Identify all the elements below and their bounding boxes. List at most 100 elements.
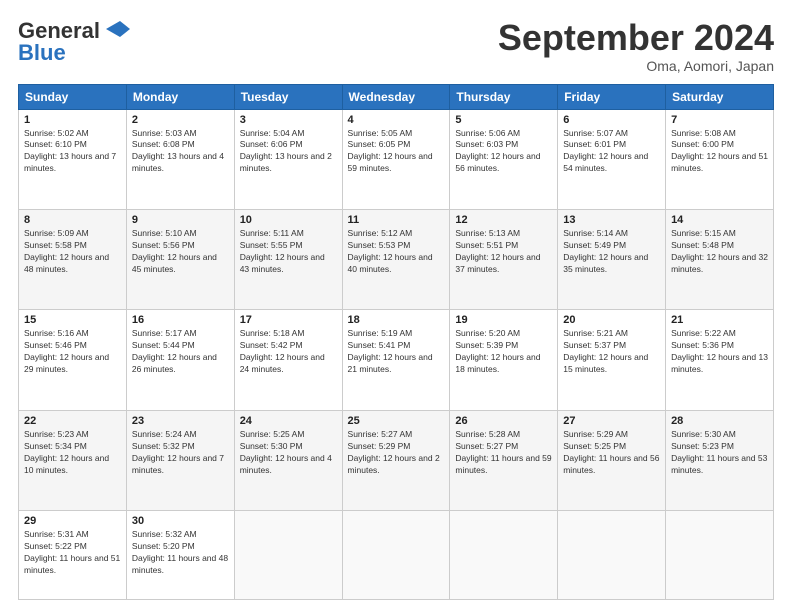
day-info: Sunrise: 5:16 AMSunset: 5:46 PMDaylight:… [24, 328, 109, 374]
day-info: Sunrise: 5:03 AMSunset: 6:08 PMDaylight:… [132, 128, 224, 174]
day-number: 29 [24, 515, 121, 527]
day-number: 17 [240, 314, 337, 326]
calendar-cell [450, 511, 558, 600]
day-info: Sunrise: 5:23 AMSunset: 5:34 PMDaylight:… [24, 429, 109, 475]
calendar-cell: 11 Sunrise: 5:12 AMSunset: 5:53 PMDaylig… [342, 210, 450, 310]
day-number: 18 [348, 314, 445, 326]
day-number: 5 [455, 114, 552, 126]
day-info: Sunrise: 5:22 AMSunset: 5:36 PMDaylight:… [671, 328, 768, 374]
calendar-cell [666, 511, 774, 600]
day-number: 21 [671, 314, 768, 326]
day-info: Sunrise: 5:18 AMSunset: 5:42 PMDaylight:… [240, 328, 325, 374]
calendar-cell: 12 Sunrise: 5:13 AMSunset: 5:51 PMDaylig… [450, 210, 558, 310]
day-number: 15 [24, 314, 121, 326]
calendar-cell: 25 Sunrise: 5:27 AMSunset: 5:29 PMDaylig… [342, 410, 450, 510]
day-info: Sunrise: 5:15 AMSunset: 5:48 PMDaylight:… [671, 228, 768, 274]
day-info: Sunrise: 5:05 AMSunset: 6:05 PMDaylight:… [348, 128, 433, 174]
calendar-cell: 18 Sunrise: 5:19 AMSunset: 5:41 PMDaylig… [342, 310, 450, 410]
day-number: 28 [671, 415, 768, 427]
calendar-cell: 13 Sunrise: 5:14 AMSunset: 5:49 PMDaylig… [558, 210, 666, 310]
month-title: September 2024 [498, 18, 774, 58]
day-info: Sunrise: 5:08 AMSunset: 6:00 PMDaylight:… [671, 128, 768, 174]
weekday-header-row: Sunday Monday Tuesday Wednesday Thursday… [19, 84, 774, 109]
day-number: 23 [132, 415, 229, 427]
day-info: Sunrise: 5:31 AMSunset: 5:22 PMDaylight:… [24, 529, 120, 575]
calendar-cell: 15 Sunrise: 5:16 AMSunset: 5:46 PMDaylig… [19, 310, 127, 410]
location: Oma, Aomori, Japan [498, 58, 774, 74]
day-number: 19 [455, 314, 552, 326]
calendar-cell: 27 Sunrise: 5:29 AMSunset: 5:25 PMDaylig… [558, 410, 666, 510]
logo-blue: Blue [18, 40, 66, 66]
calendar-cell: 9 Sunrise: 5:10 AMSunset: 5:56 PMDayligh… [126, 210, 234, 310]
day-number: 16 [132, 314, 229, 326]
calendar-cell: 20 Sunrise: 5:21 AMSunset: 5:37 PMDaylig… [558, 310, 666, 410]
title-block: September 2024 Oma, Aomori, Japan [498, 18, 774, 74]
calendar-cell: 4 Sunrise: 5:05 AMSunset: 6:05 PMDayligh… [342, 109, 450, 209]
day-info: Sunrise: 5:09 AMSunset: 5:58 PMDaylight:… [24, 228, 109, 274]
calendar-cell: 7 Sunrise: 5:08 AMSunset: 6:00 PMDayligh… [666, 109, 774, 209]
header-monday: Monday [126, 84, 234, 109]
day-number: 25 [348, 415, 445, 427]
day-info: Sunrise: 5:13 AMSunset: 5:51 PMDaylight:… [455, 228, 540, 274]
day-info: Sunrise: 5:24 AMSunset: 5:32 PMDaylight:… [132, 429, 224, 475]
day-number: 22 [24, 415, 121, 427]
calendar-cell: 8 Sunrise: 5:09 AMSunset: 5:58 PMDayligh… [19, 210, 127, 310]
day-number: 4 [348, 114, 445, 126]
day-number: 7 [671, 114, 768, 126]
calendar-cell: 3 Sunrise: 5:04 AMSunset: 6:06 PMDayligh… [234, 109, 342, 209]
header-saturday: Saturday [666, 84, 774, 109]
day-number: 24 [240, 415, 337, 427]
day-info: Sunrise: 5:20 AMSunset: 5:39 PMDaylight:… [455, 328, 540, 374]
calendar-cell: 19 Sunrise: 5:20 AMSunset: 5:39 PMDaylig… [450, 310, 558, 410]
day-number: 27 [563, 415, 660, 427]
day-info: Sunrise: 5:11 AMSunset: 5:55 PMDaylight:… [240, 228, 325, 274]
header: General Blue September 2024 Oma, Aomori,… [18, 18, 774, 74]
day-info: Sunrise: 5:19 AMSunset: 5:41 PMDaylight:… [348, 328, 433, 374]
day-info: Sunrise: 5:02 AMSunset: 6:10 PMDaylight:… [24, 128, 116, 174]
day-info: Sunrise: 5:14 AMSunset: 5:49 PMDaylight:… [563, 228, 648, 274]
day-info: Sunrise: 5:25 AMSunset: 5:30 PMDaylight:… [240, 429, 332, 475]
header-thursday: Thursday [450, 84, 558, 109]
calendar-cell: 17 Sunrise: 5:18 AMSunset: 5:42 PMDaylig… [234, 310, 342, 410]
calendar-cell [558, 511, 666, 600]
day-number: 3 [240, 114, 337, 126]
day-number: 2 [132, 114, 229, 126]
day-number: 11 [348, 214, 445, 226]
logo-arrow-icon [102, 19, 132, 39]
day-number: 26 [455, 415, 552, 427]
calendar-table: Sunday Monday Tuesday Wednesday Thursday… [18, 84, 774, 600]
header-tuesday: Tuesday [234, 84, 342, 109]
day-number: 30 [132, 515, 229, 527]
day-info: Sunrise: 5:17 AMSunset: 5:44 PMDaylight:… [132, 328, 217, 374]
calendar-cell [342, 511, 450, 600]
calendar-cell: 28 Sunrise: 5:30 AMSunset: 5:23 PMDaylig… [666, 410, 774, 510]
day-info: Sunrise: 5:29 AMSunset: 5:25 PMDaylight:… [563, 429, 659, 475]
day-info: Sunrise: 5:04 AMSunset: 6:06 PMDaylight:… [240, 128, 332, 174]
day-info: Sunrise: 5:32 AMSunset: 5:20 PMDaylight:… [132, 529, 228, 575]
day-info: Sunrise: 5:07 AMSunset: 6:01 PMDaylight:… [563, 128, 648, 174]
day-info: Sunrise: 5:30 AMSunset: 5:23 PMDaylight:… [671, 429, 767, 475]
day-number: 6 [563, 114, 660, 126]
day-number: 8 [24, 214, 121, 226]
day-number: 12 [455, 214, 552, 226]
header-friday: Friday [558, 84, 666, 109]
calendar-cell: 2 Sunrise: 5:03 AMSunset: 6:08 PMDayligh… [126, 109, 234, 209]
day-info: Sunrise: 5:27 AMSunset: 5:29 PMDaylight:… [348, 429, 440, 475]
calendar-cell: 21 Sunrise: 5:22 AMSunset: 5:36 PMDaylig… [666, 310, 774, 410]
calendar-cell: 14 Sunrise: 5:15 AMSunset: 5:48 PMDaylig… [666, 210, 774, 310]
day-number: 13 [563, 214, 660, 226]
calendar-cell: 29 Sunrise: 5:31 AMSunset: 5:22 PMDaylig… [19, 511, 127, 600]
day-info: Sunrise: 5:28 AMSunset: 5:27 PMDaylight:… [455, 429, 551, 475]
logo: General Blue [18, 18, 132, 66]
day-info: Sunrise: 5:12 AMSunset: 5:53 PMDaylight:… [348, 228, 433, 274]
header-wednesday: Wednesday [342, 84, 450, 109]
day-number: 14 [671, 214, 768, 226]
calendar-cell: 6 Sunrise: 5:07 AMSunset: 6:01 PMDayligh… [558, 109, 666, 209]
header-sunday: Sunday [19, 84, 127, 109]
calendar-cell: 26 Sunrise: 5:28 AMSunset: 5:27 PMDaylig… [450, 410, 558, 510]
day-number: 1 [24, 114, 121, 126]
page: General Blue September 2024 Oma, Aomori,… [0, 0, 792, 612]
calendar-cell: 23 Sunrise: 5:24 AMSunset: 5:32 PMDaylig… [126, 410, 234, 510]
calendar-cell: 10 Sunrise: 5:11 AMSunset: 5:55 PMDaylig… [234, 210, 342, 310]
day-info: Sunrise: 5:06 AMSunset: 6:03 PMDaylight:… [455, 128, 540, 174]
